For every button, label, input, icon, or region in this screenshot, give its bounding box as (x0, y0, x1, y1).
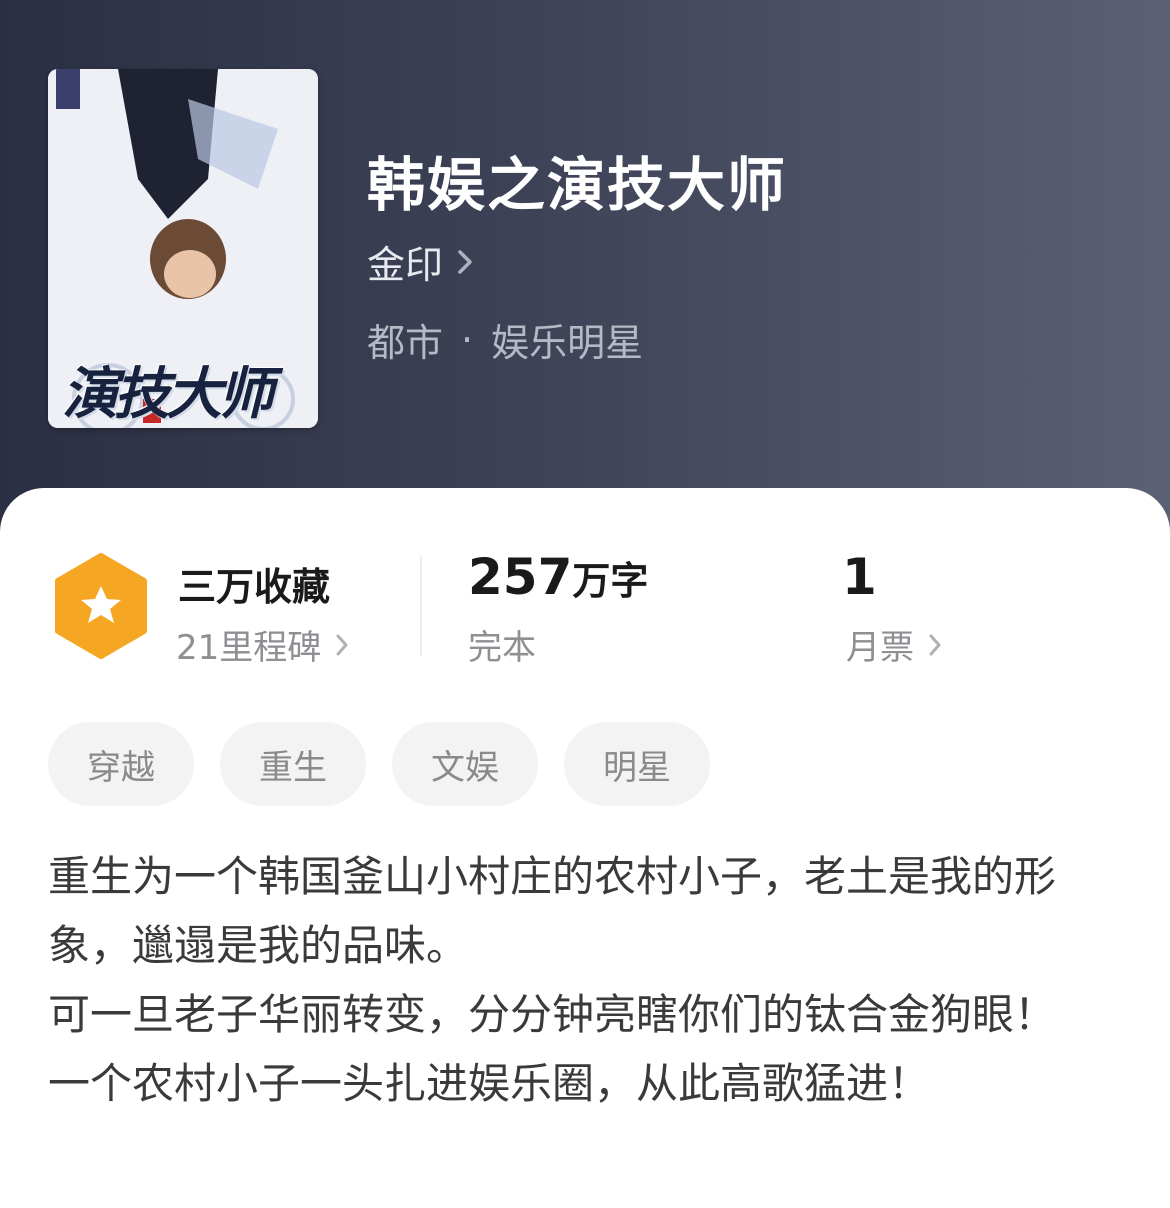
status-label: 完本 (468, 628, 536, 668)
genre-category: 都市 (367, 321, 444, 365)
tag-chip[interactable]: 穿越 (48, 722, 194, 806)
book-status: 完本 (468, 620, 536, 669)
monthly-ticket-count: 1 (842, 548, 877, 606)
milestone-label: 21里程碑 (176, 628, 322, 668)
genre-subcategory: 娱乐明星 (491, 321, 644, 365)
description-paragraph: 一个农村小子一头扎进娱乐圈，从此高歌猛进！ (48, 1059, 931, 1108)
milestone-link[interactable]: 21里程碑 (176, 620, 349, 669)
description-paragraph: 可一旦老子华丽转变，分分钟亮瞎你们的钛合金狗眼！ (48, 990, 1057, 1039)
word-count: 257万字 (468, 548, 648, 606)
book-title: 韩娱之演技大师 (367, 151, 788, 219)
book-description: 重生为一个韩国釜山小村庄的农村小子，老土是我的形象，邋遢是我的品味。 可一旦老子… (48, 842, 1128, 1118)
tag-chip[interactable]: 文娱 (392, 722, 538, 806)
tag-list: 穿越 重生 文娱 明星 (48, 722, 710, 806)
tag-chip[interactable]: 明星 (564, 722, 710, 806)
word-count-number: 257 (468, 548, 573, 606)
chevron-right-icon (458, 249, 472, 274)
tag-chip[interactable]: 重生 (220, 722, 366, 806)
book-cover[interactable]: 演技大师 (48, 69, 318, 428)
author-name: 金印 (367, 243, 444, 287)
chevron-right-icon (929, 634, 941, 655)
book-genre: 都市 · 娱乐明星 (367, 312, 643, 367)
collection-label: 三万收藏 (178, 565, 331, 609)
monthly-ticket-link[interactable]: 月票 (846, 620, 942, 669)
monthly-ticket-label: 月票 (846, 628, 914, 668)
author-link[interactable]: 金印 (367, 234, 473, 289)
cover-title-art: 演技大师 (62, 361, 274, 427)
genre-separator: · (461, 317, 474, 362)
hexagon-star-icon (55, 553, 147, 659)
chevron-right-icon (336, 634, 348, 655)
word-count-unit: 万字 (572, 559, 649, 603)
description-paragraph: 重生为一个韩国釜山小村庄的农村小子，老土是我的形象，邋遢是我的品味。 (48, 852, 1057, 970)
stats-divider (420, 556, 422, 656)
